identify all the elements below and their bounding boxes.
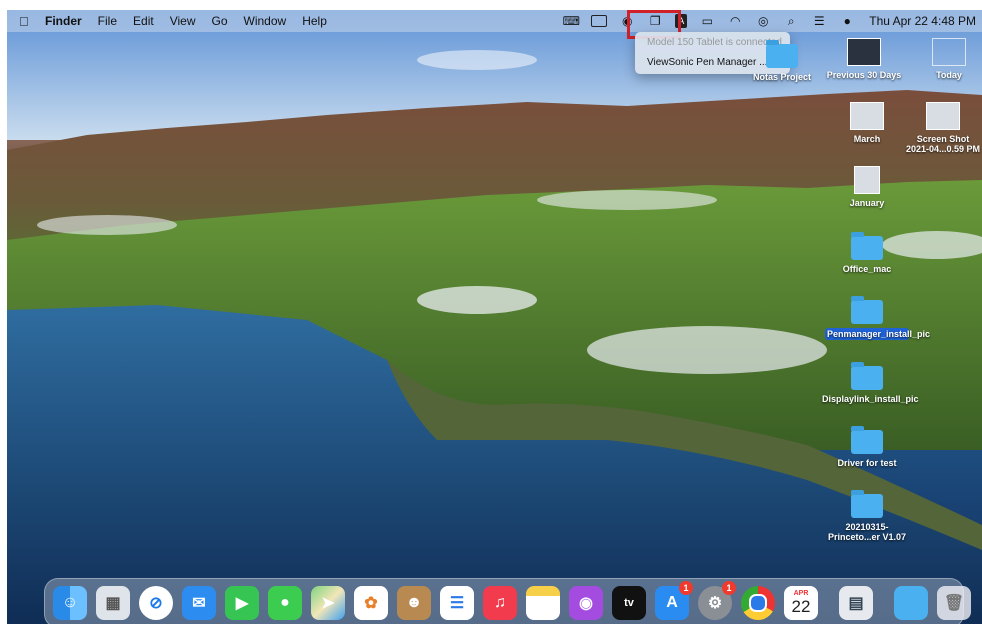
menu-go[interactable]: Go [212, 14, 228, 28]
keyboard-icon[interactable]: ⌨ [563, 14, 580, 28]
user-icon[interactable]: ◎ [755, 14, 771, 28]
dock-tv-icon[interactable]: tv [612, 586, 646, 620]
screenshot-icon [926, 102, 960, 130]
dock-mail-icon[interactable]: ✉ [182, 586, 216, 620]
dock-calendar-icon[interactable]: APR 22 [784, 586, 818, 620]
pen-tablet-icon[interactable] [591, 14, 608, 28]
tv-label: tv [624, 597, 634, 609]
menu-finder[interactable]: Finder [45, 14, 82, 28]
dock-music-icon[interactable]: ♫ [483, 586, 517, 620]
battery-icon[interactable]: ▭ [699, 14, 715, 28]
dock-trash-icon[interactable]: 🗑 [937, 586, 971, 620]
dock-notes-icon[interactable] [526, 586, 560, 620]
desktop-icon-notas-project[interactable]: Notas Project [737, 40, 827, 82]
app-store-badge: 1 [679, 581, 693, 595]
dock-podcasts-icon[interactable]: ◉ [569, 586, 603, 620]
folder-icon [851, 232, 883, 260]
dock-launchpad-icon[interactable]: ▦ [96, 586, 130, 620]
dock: ☺ ▦ ⊘ ✉ ▶ ● ➤ ✿ ☻ ☰ ♫ ◉ tv A1 ⚙ 1 APR 22 … [44, 578, 971, 624]
apple-menu-icon[interactable]:  [19, 14, 33, 29]
document-icon [850, 102, 884, 130]
menu-file[interactable]: File [98, 14, 117, 28]
dock-messages-icon[interactable]: ● [268, 586, 302, 620]
desktop-icon-screen-shot[interactable]: Screen Shot 2021-04...0.59 PM [904, 102, 982, 154]
dock-app-store-icon[interactable]: A1 [655, 581, 693, 620]
dock-reminders-icon[interactable]: ☰ [440, 586, 474, 620]
folder-icon [851, 490, 883, 518]
menu-bar:  Finder File Edit View Go Window Help ⌨… [7, 10, 982, 32]
status-area: ⌨ ◉ ❐ A ▭ ◠ ◎ ⌕ ☰ ● Thu Apr 22 4:48 PM [557, 10, 976, 32]
desktop-icon-today[interactable]: Today [904, 38, 982, 80]
menu-edit[interactable]: Edit [133, 14, 154, 28]
menu-view[interactable]: View [170, 14, 196, 28]
folder-icon [851, 426, 883, 454]
folder-icon [851, 296, 883, 324]
dock-safari-icon[interactable]: ⊘ [139, 586, 173, 620]
spotlight-icon[interactable]: ⌕ [783, 14, 799, 28]
folder-icon [766, 40, 798, 68]
calendar-day: 22 [791, 597, 811, 616]
folder-icon [851, 362, 883, 390]
desktop-icon-princeton-driver[interactable]: 20210315-Princeto...er V1.07 [822, 490, 912, 542]
dock-photos-icon[interactable]: ✿ [354, 586, 388, 620]
dock-preview-icon[interactable]: ▤ [839, 586, 873, 620]
desktop-icon-driver-for-test[interactable]: Driver for test [822, 426, 912, 468]
dock-facetime-icon[interactable]: ▶ [225, 586, 259, 620]
document-icon [854, 166, 880, 194]
desktop-icon-penmanager-install-pic[interactable]: Penmanager_install_pic [822, 296, 930, 340]
dock-finder-icon[interactable]: ☺ [53, 586, 87, 620]
dock-system-preferences-icon[interactable]: ⚙ 1 [698, 581, 736, 620]
dock-maps-icon[interactable]: ➤ [311, 586, 345, 620]
desktop-icon-displaylink-install-pic[interactable]: Displaylink_install_pic [822, 362, 919, 404]
wifi-icon[interactable]: ◠ [727, 14, 743, 28]
menu-help[interactable]: Help [302, 14, 327, 28]
control-center-icon[interactable]: ☰ [811, 14, 827, 28]
dock-chrome-icon[interactable] [741, 586, 775, 620]
desktop-icon-january[interactable]: January [822, 166, 912, 208]
siri-icon[interactable]: ● [839, 14, 855, 28]
desktop-icon-previous-30-days[interactable]: Previous 30 Days [819, 38, 909, 80]
document-icon [932, 38, 966, 66]
desktop-icon-march[interactable]: March [822, 102, 912, 144]
system-preferences-badge: 1 [722, 581, 736, 595]
dock-contacts-icon[interactable]: ☻ [397, 586, 431, 620]
desktop:  Finder File Edit View Go Window Help ⌨… [7, 10, 982, 624]
menu-window[interactable]: Window [244, 14, 287, 28]
dock-downloads-folder-icon[interactable] [894, 586, 928, 620]
desktop-icon-office-mac[interactable]: Office_mac [822, 232, 912, 274]
menubar-clock[interactable]: Thu Apr 22 4:48 PM [869, 14, 976, 28]
document-icon [847, 38, 881, 66]
